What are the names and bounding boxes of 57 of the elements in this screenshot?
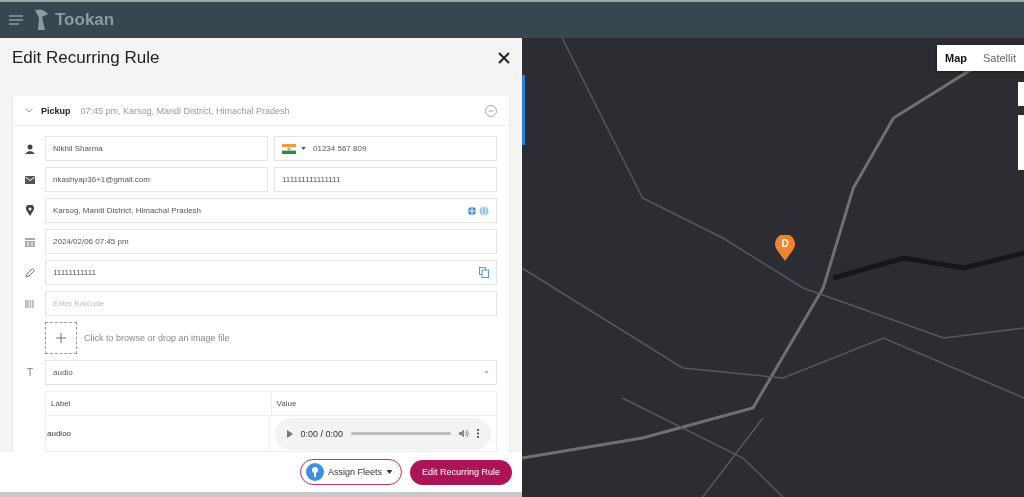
input-field[interactable]: 01234 567 809 bbox=[274, 136, 497, 161]
map-placeholder[interactable]: Map Satellit D bbox=[522, 38, 1024, 497]
field-value: 01234 567 809 bbox=[313, 144, 367, 153]
field-value: Nikhil Sharma bbox=[53, 144, 103, 153]
field-value: Karsog, Mandi District, Himachal Pradesh bbox=[53, 206, 202, 215]
template-dropdown[interactable]: audio bbox=[45, 360, 497, 385]
input-field[interactable]: 111111111111111 bbox=[274, 167, 497, 192]
fleet-icon bbox=[305, 463, 324, 481]
audio-progress-track[interactable] bbox=[351, 432, 451, 435]
map-type-tab[interactable]: Map bbox=[936, 45, 975, 71]
copy-icon[interactable] bbox=[479, 267, 489, 278]
remove-icon[interactable] bbox=[485, 104, 497, 117]
volume-icon[interactable] bbox=[459, 429, 469, 438]
close-icon[interactable] bbox=[498, 52, 510, 64]
crosshair-icon[interactable] bbox=[467, 205, 477, 216]
pickup-label: Pickup bbox=[41, 105, 71, 116]
assign-fleets-button[interactable]: Assign Fleets bbox=[299, 459, 402, 485]
input-field[interactable]: Nikhil Sharma bbox=[45, 136, 268, 161]
audio-time: 0:00 / 0:00 bbox=[300, 428, 344, 439]
input-field[interactable]: 2024/02/06 07:45 pm bbox=[45, 229, 497, 254]
audio-player[interactable]: 0:00 / 0:00 bbox=[274, 417, 491, 450]
play-icon[interactable] bbox=[286, 429, 293, 438]
scrollbar-thumb[interactable] bbox=[522, 75, 525, 145]
input-field[interactable]: Karsog, Mandi District, Himachal Pradesh bbox=[45, 198, 497, 223]
input-field[interactable]: 11111111111 bbox=[45, 260, 497, 285]
caret-icon bbox=[385, 470, 393, 474]
chevron-icon[interactable] bbox=[25, 108, 33, 113]
field-placeholder: Enter Barcode bbox=[53, 299, 105, 308]
location-pin-icon bbox=[26, 205, 34, 216]
pencil-icon bbox=[25, 267, 35, 278]
globe-icon[interactable] bbox=[479, 205, 489, 216]
upload-hint: Click to browse or drop an image file bbox=[84, 333, 230, 343]
image-drop-zone[interactable] bbox=[45, 322, 77, 354]
field-value: nkashyap36+1@gmail.com bbox=[53, 175, 150, 184]
map-type-tab[interactable]: Satellit bbox=[974, 45, 1024, 71]
envelope-icon bbox=[25, 175, 35, 184]
field-value: 11111111111 bbox=[53, 268, 96, 277]
plus-icon bbox=[56, 333, 66, 343]
menu-icon[interactable] bbox=[9, 15, 23, 25]
field-value: 111111111111111 bbox=[282, 175, 341, 184]
brand-name: Tookan bbox=[55, 10, 115, 30]
barcode-icon bbox=[25, 299, 35, 308]
calendar-icon bbox=[25, 236, 35, 247]
caret-icon bbox=[484, 371, 489, 374]
caret-icon[interactable] bbox=[301, 147, 306, 150]
input-field[interactable]: nkashyap36+1@gmail.com bbox=[45, 167, 268, 192]
field-value: 2024/02/06 07:45 pm bbox=[53, 237, 129, 246]
logo-icon bbox=[33, 8, 49, 32]
table-cell-text: audioo bbox=[46, 428, 73, 440]
column-header: Value bbox=[270, 392, 496, 416]
person-icon bbox=[25, 143, 35, 154]
pickup-summary: 07:45 pm, Karsog, Mandi District, Himachal Pradesh bbox=[80, 105, 290, 116]
submit-button[interactable]: Edit Recurring Rule bbox=[409, 459, 512, 485]
flag-icon bbox=[282, 143, 296, 154]
text-type-icon: T bbox=[26, 367, 34, 378]
column-header: Label bbox=[46, 392, 271, 416]
dialog-title: Edit Recurring Rule bbox=[12, 48, 160, 68]
